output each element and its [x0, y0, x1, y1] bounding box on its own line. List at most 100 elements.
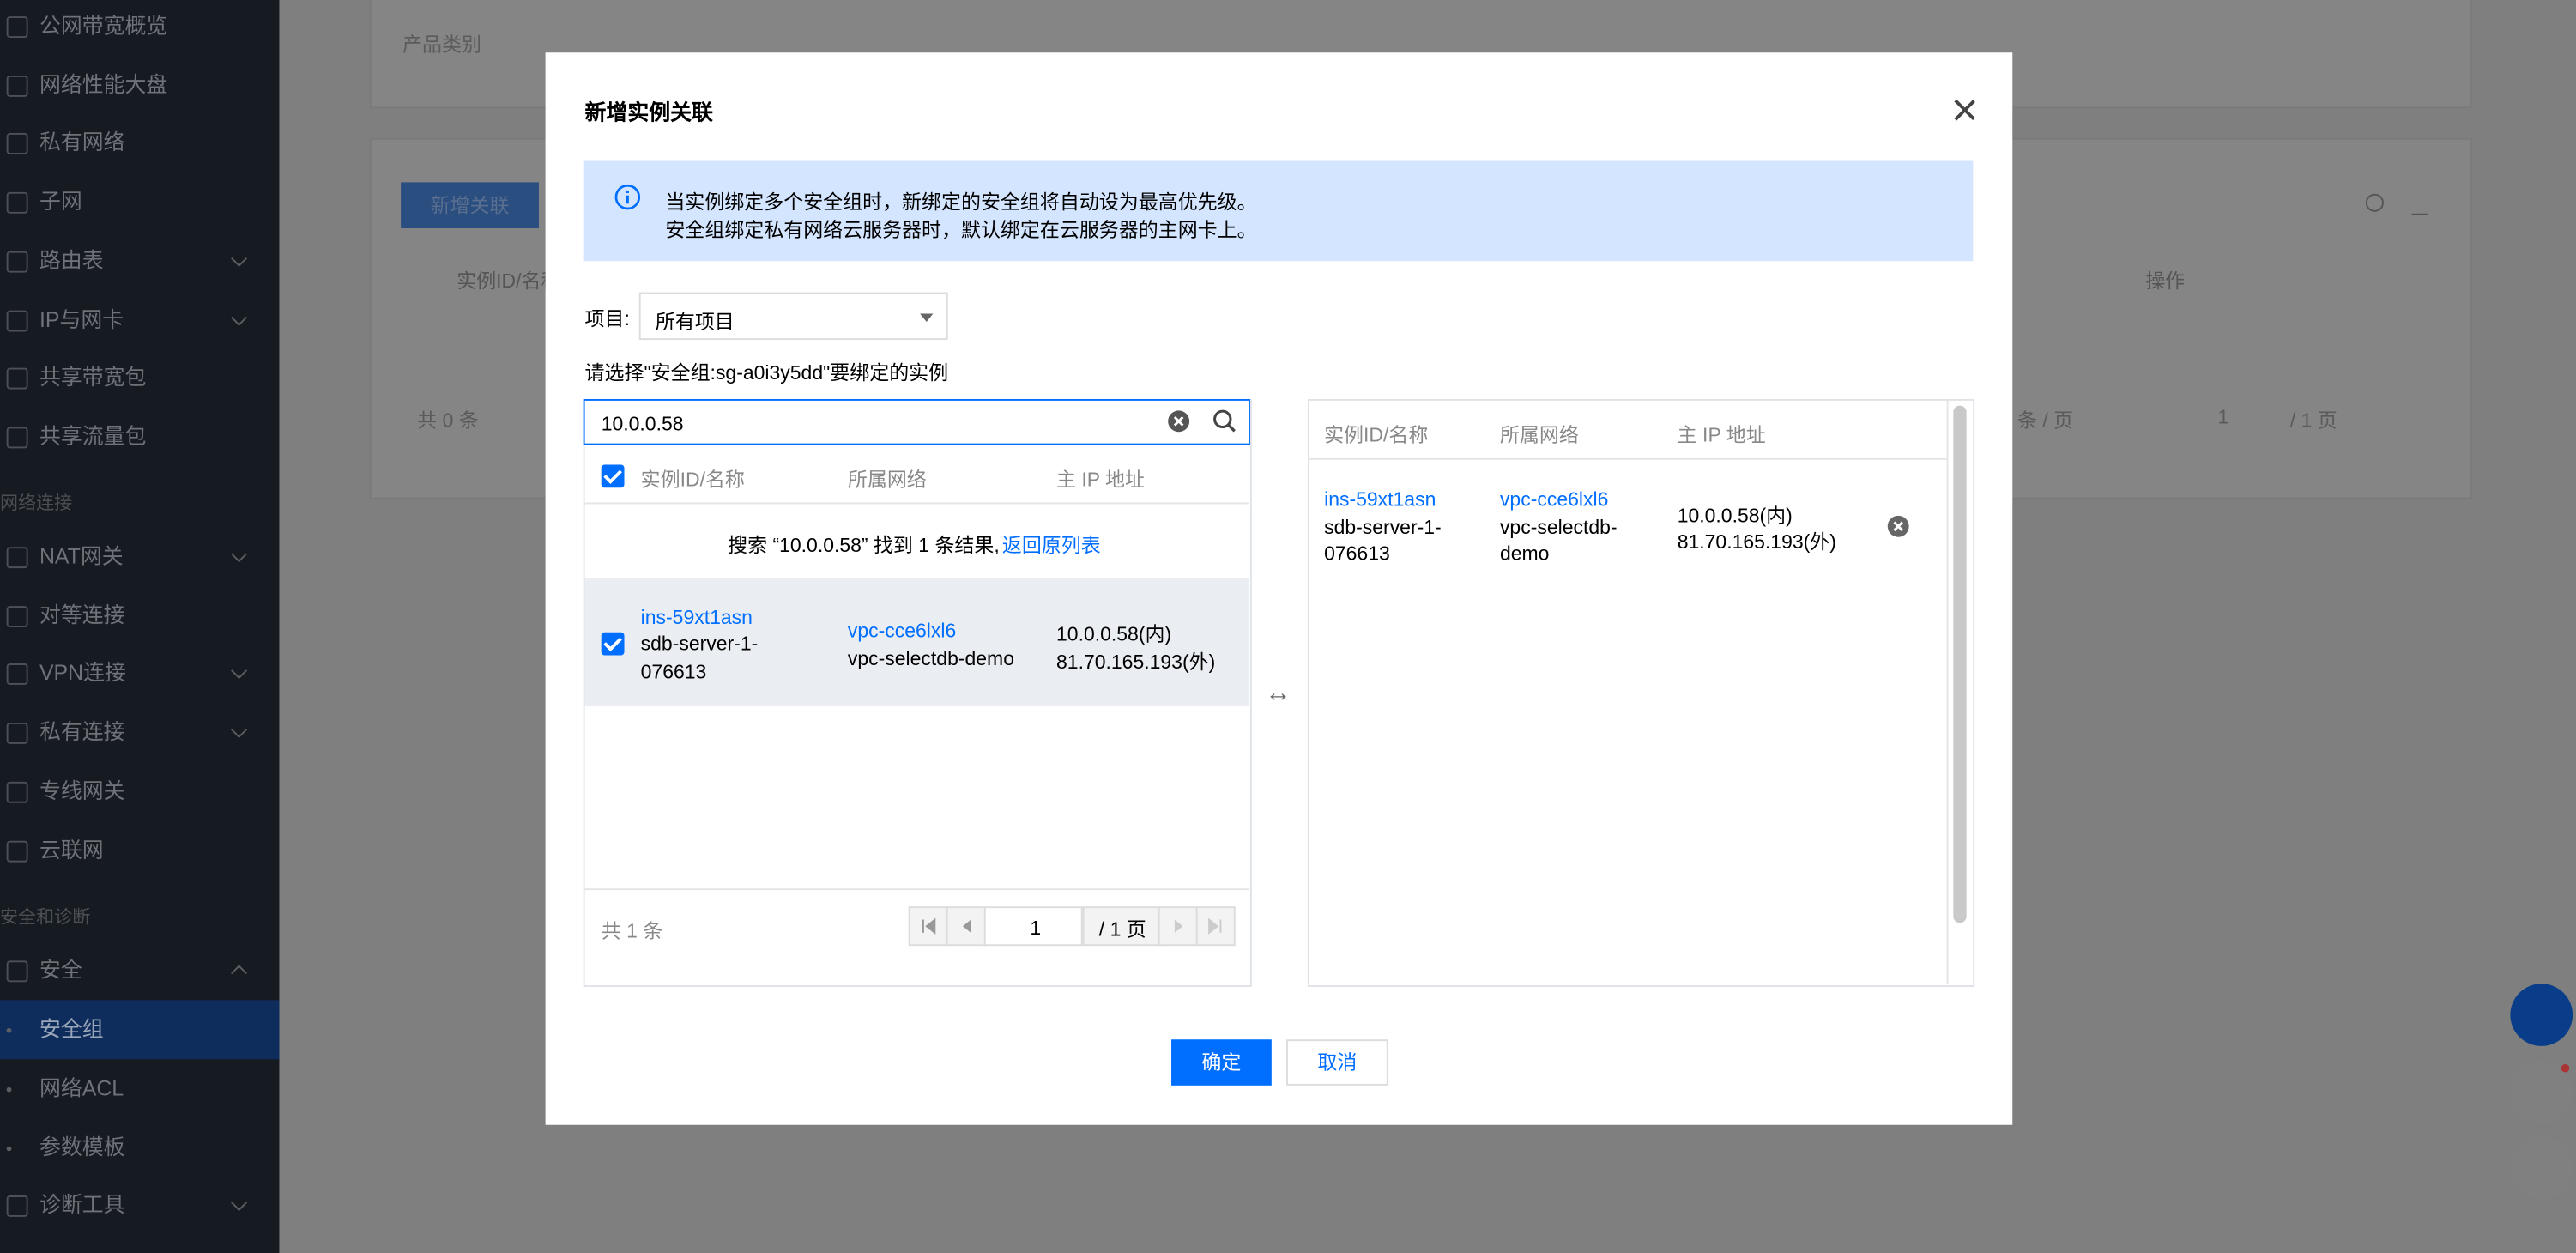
info-icon	[614, 184, 641, 210]
search-input-value: 10.0.0.58	[601, 412, 684, 436]
support-icon[interactable]	[2510, 984, 2573, 1046]
remove-icon[interactable]	[1886, 514, 1911, 539]
link-icon	[6, 722, 28, 744]
bg-search-icon[interactable]	[2365, 193, 2384, 212]
ip-public: 81.70.165.193(外)	[1056, 650, 1216, 674]
selected-instance-name: sdb-server-1-	[1324, 515, 1442, 539]
next-page-button[interactable]	[1158, 906, 1198, 947]
sidebar-item-vpn[interactable]: VPN连接	[0, 644, 279, 703]
left-col-instance: 实例ID/名称	[640, 468, 745, 492]
gateway-icon	[6, 781, 28, 803]
left-footer-divider	[584, 888, 1249, 891]
search-input[interactable]: 10.0.0.58	[583, 398, 1250, 445]
sidebar-item-param-template[interactable]: 参数模板	[0, 1118, 279, 1177]
bullet-icon	[6, 1146, 12, 1152]
project-select[interactable]: 所有项目	[638, 292, 948, 341]
sidebar-group-network-connection: 网络连接	[0, 493, 73, 514]
vpn-icon	[6, 663, 28, 685]
sidebar-item-security[interactable]: 安全	[0, 941, 279, 1000]
first-page-button[interactable]	[908, 906, 948, 947]
sidebar-item-security-group[interactable]: 安全组	[0, 1000, 280, 1060]
tool-icon	[6, 1195, 28, 1217]
sidebar-item-peering[interactable]: 对等连接	[0, 586, 279, 645]
notification-dot	[2561, 1063, 2570, 1073]
vpc-name: vpc-selectdb-demo	[847, 646, 1014, 670]
bg-col-action: 操作	[2145, 269, 2186, 293]
left-col-network: 所属网络	[847, 468, 927, 492]
dashboard-icon	[6, 76, 28, 97]
page-input[interactable]: 1	[983, 906, 1083, 947]
project-label: 项目:	[584, 306, 630, 330]
download-icon[interactable]	[2411, 194, 2428, 215]
select-all-checkbox[interactable]	[601, 464, 625, 488]
dialog-title: 新增实例关联	[584, 100, 713, 125]
last-page-button[interactable]	[1195, 906, 1236, 947]
left-total: 共 1 条	[601, 919, 663, 943]
sidebar-item-subnet[interactable]: 子网	[0, 173, 279, 232]
sidebar-item-network-performance[interactable]: 网络性能大盘	[0, 56, 279, 115]
clear-icon[interactable]	[1166, 409, 1191, 433]
add-association-button[interactable]: 新增关联	[401, 182, 539, 228]
sidebar-item-shared-bandwidth[interactable]: 共享带宽包	[0, 348, 279, 408]
vpc-id-link[interactable]: vpc-cce6lxl6	[848, 619, 956, 642]
last-page-icon	[1208, 917, 1222, 935]
confirm-button[interactable]: 确定	[1171, 1039, 1272, 1086]
search-icon[interactable]	[1212, 409, 1237, 433]
back-to-list-link[interactable]: 返回原列表	[1002, 530, 1101, 559]
instance-name: sdb-server-1-	[640, 632, 759, 656]
chevron-down-icon	[231, 309, 248, 326]
ip-private: 10.0.0.58(内)	[1056, 622, 1172, 646]
close-icon[interactable]	[1953, 99, 1976, 122]
right-col-ip: 主 IP 地址	[1677, 423, 1766, 447]
route-icon	[6, 251, 28, 273]
chevron-down-icon	[231, 546, 248, 563]
chart-icon	[6, 16, 28, 39]
nic-icon	[6, 310, 28, 332]
caret-down-icon	[920, 313, 934, 323]
traffic-icon	[6, 427, 28, 449]
instance-name-cont: 076613	[640, 660, 707, 684]
sidebar-item-route-table[interactable]: 路由表	[0, 232, 279, 291]
page-total: / 1 页	[1098, 917, 1146, 941]
sidebar-item-nat[interactable]: NAT网关	[0, 527, 279, 586]
book-icon[interactable]	[2510, 1136, 2573, 1199]
sidebar-item-ip-nic[interactable]: IP与网卡	[0, 291, 279, 350]
sidebar-item-shared-traffic[interactable]: 共享流量包	[0, 408, 279, 467]
chevron-down-icon	[231, 663, 248, 680]
sidebar-group-security-diagnosis: 安全和诊断	[0, 908, 91, 929]
sidebar-item-ccn[interactable]: 云联网	[0, 821, 279, 881]
bandwidth-icon	[6, 367, 28, 390]
scrollbar-track-divider	[1946, 400, 1949, 984]
right-col-network: 所属网络	[1499, 423, 1579, 447]
left-col-ip: 主 IP 地址	[1056, 468, 1146, 492]
selected-instance-id-link[interactable]: ins-59xt1asn	[1324, 487, 1436, 511]
bg-page-input[interactable]: 1	[2218, 406, 2229, 429]
cancel-button[interactable]: 取消	[1286, 1039, 1388, 1086]
info-text-1: 当实例绑定多个安全组时，新绑定的安全组将自动设为最高优先级。	[665, 190, 1257, 214]
project-select-value: 所有项目	[655, 310, 735, 334]
prev-page-icon	[962, 919, 971, 933]
info-text-2: 安全组绑定私有网络云服务器时，默认绑定在云服务器的主网卡上。	[665, 218, 1257, 242]
sidebar-item-private-link[interactable]: 私有连接	[0, 703, 279, 762]
bg-page-total: / 1 页	[2289, 409, 2337, 433]
nat-icon	[6, 547, 28, 569]
sidebar-item-diagnostic[interactable]: 诊断工具	[0, 1176, 279, 1235]
ccn-icon	[6, 840, 28, 863]
selected-vpc-name-cont: demo	[1499, 542, 1550, 566]
sidebar-item-dc-gateway[interactable]: 专线网关	[0, 762, 279, 821]
scrollbar-thumb[interactable]	[1953, 405, 1967, 923]
cloud-icon	[6, 132, 28, 154]
instance-id-link[interactable]: ins-59xt1asn	[641, 606, 753, 629]
right-col-instance: 实例ID/名称	[1324, 423, 1429, 447]
sidebar-item-vpc[interactable]: 私有网络	[0, 113, 279, 173]
row-checkbox[interactable]	[601, 632, 625, 656]
select-prompt: 请选择"安全组:sg-a0i3y5dd"要绑定的实例	[584, 360, 949, 384]
chevron-down-icon	[231, 250, 248, 267]
bullet-icon	[6, 1027, 12, 1033]
sidebar-item-acl[interactable]: 网络ACL	[0, 1059, 279, 1118]
prev-page-button[interactable]	[946, 906, 986, 947]
sidebar: 公网带宽概览 网络性能大盘 私有网络 子网 路由表 IP与网卡 共享带宽包 共享…	[0, 0, 280, 1253]
search-result-text: 搜索 “10.0.0.58” 找到 1 条结果,	[728, 533, 1000, 557]
sidebar-item-bandwidth-overview[interactable]: 公网带宽概览	[0, 0, 279, 56]
selected-vpc-id-link[interactable]: vpc-cce6lxl6	[1500, 487, 1608, 511]
